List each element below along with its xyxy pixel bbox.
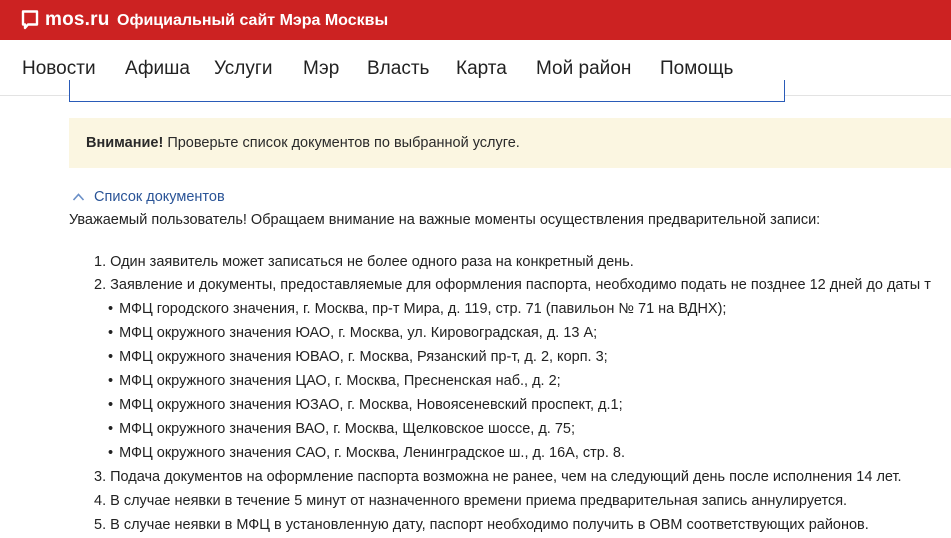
sub-list-item-text: МФЦ окружного значения ЮЗАО, г. Москва, … — [119, 397, 623, 413]
sub-list-item: • МФЦ окружного значения ВАО, г. Москва, … — [108, 421, 575, 437]
list-item: 5. В случае неявки в МФЦ в установленную… — [94, 517, 869, 533]
speech-bubble-logo-icon[interactable] — [21, 10, 39, 30]
sub-list-item: • МФЦ окружного значения ЮЗАО, г. Москва,… — [108, 397, 623, 413]
sub-list-item: • МФЦ окружного значения ЦАО, г. Москва, … — [108, 373, 561, 389]
nav-item-services[interactable]: Услуги — [214, 58, 272, 80]
list-item: 2. Заявление и документы, предоставляемы… — [94, 277, 931, 293]
nav-item-help[interactable]: Помощь — [660, 58, 733, 80]
alert-bold-label: Внимание! — [86, 135, 164, 151]
site-header: mos.ru Официальный сайт Мэра Москвы — [0, 0, 951, 40]
sub-list-item-text: МФЦ окружного значения ЮАО, г. Москва, у… — [119, 325, 598, 341]
alert-text: Проверьте список документов по выбранной… — [167, 135, 520, 151]
sub-list-item-text: МФЦ городского значения, г. Москва, пр-т… — [119, 301, 727, 317]
bullet-icon: • — [108, 373, 114, 389]
documents-intro: Уважаемый пользователь! Обращаем внимани… — [69, 212, 821, 228]
sub-list-item: • МФЦ окружного значения САО, г. Москва, … — [108, 445, 625, 461]
list-item: 3. Подача документов на оформление паспо… — [94, 469, 902, 485]
form-field-frame[interactable] — [69, 80, 785, 102]
sub-list-item: • МФЦ окружного значения ЮАО, г. Москва, … — [108, 325, 597, 341]
bullet-icon: • — [108, 421, 114, 437]
nav-item-map[interactable]: Карта — [456, 58, 507, 80]
sub-list-item-text: МФЦ окружного значения САО, г. Москва, Л… — [119, 445, 625, 461]
sub-list-item-text: МФЦ окружного значения ЮВАО, г. Москва, … — [119, 349, 608, 365]
sub-list-item-text: МФЦ окружного значения ЦАО, г. Москва, П… — [119, 373, 561, 389]
documents-toggle-label[interactable]: Список документов — [94, 189, 225, 205]
sub-list-item: • МФЦ городского значения, г. Москва, пр-… — [108, 301, 726, 317]
nav-item-mayor[interactable]: Мэр — [303, 58, 339, 80]
sub-list-item-text: МФЦ окружного значения ВАО, г. Москва, Щ… — [119, 421, 576, 437]
nav-item-afisha[interactable]: Афиша — [125, 58, 190, 80]
list-item: 1. Один заявитель может записаться не бо… — [94, 254, 634, 270]
bullet-icon: • — [108, 445, 114, 461]
site-title[interactable]: Официальный сайт Мэра Москвы — [117, 12, 388, 30]
documents-toggle[interactable]: Список документов — [72, 189, 225, 205]
bullet-icon: • — [108, 325, 114, 341]
bullet-icon: • — [108, 397, 114, 413]
nav-item-government[interactable]: Власть — [367, 58, 429, 80]
list-item: 4. В случае неявки в течение 5 минут от … — [94, 493, 848, 509]
chevron-up-icon — [72, 193, 85, 201]
logo-text[interactable]: mos.ru — [45, 9, 110, 31]
nav-item-my-district[interactable]: Мой район — [536, 58, 631, 80]
attention-alert: Внимание! Проверьте список документов по… — [69, 118, 951, 168]
bullet-icon: • — [108, 301, 114, 317]
sub-list-item: • МФЦ окружного значения ЮВАО, г. Москва,… — [108, 349, 608, 365]
bullet-icon: • — [108, 349, 114, 365]
nav-item-news[interactable]: Новости — [22, 58, 96, 80]
